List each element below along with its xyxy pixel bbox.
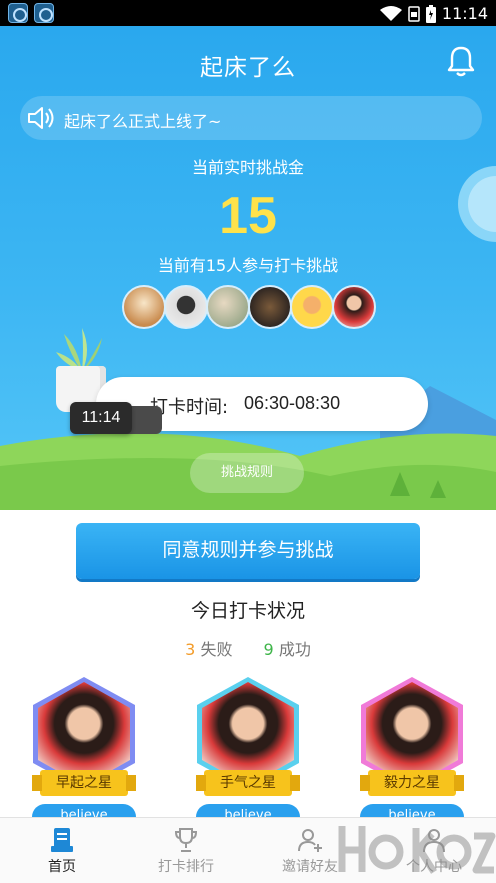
star-title: 手气之星 [196, 770, 300, 796]
today-status-title: 今日打卡状况 [190, 600, 305, 622]
star-card-persistence[interactable]: 毅力之星 believe [360, 676, 464, 830]
sim-icon [408, 6, 420, 22]
avatar[interactable] [206, 285, 250, 329]
star-title: 早起之星 [32, 770, 136, 796]
fail-label: 失败 [200, 640, 233, 659]
trophy-icon [174, 828, 198, 852]
success-label: 成功 [278, 640, 311, 659]
star-list: 早起之星 believe 手气之星 believe 毅力之星 believe [0, 676, 496, 830]
participant-avatars [122, 285, 376, 329]
clock-display: 11:14 [70, 402, 132, 434]
prize-label: 当前实时挑战金 [191, 158, 304, 177]
wifi-icon [380, 6, 402, 21]
today-stats: 3 失败 9 成功 [0, 636, 496, 660]
tab-ranking[interactable]: 打卡排行 [124, 818, 248, 883]
home-icon [51, 828, 73, 852]
status-icons [380, 5, 436, 23]
avatar[interactable] [290, 285, 334, 329]
avatar[interactable] [248, 285, 292, 329]
avatar[interactable] [122, 285, 166, 329]
speaker-icon [28, 107, 54, 129]
status-bar: 11:14 [0, 0, 496, 26]
tab-home[interactable]: 首页 [0, 818, 124, 883]
watermark-logo [338, 826, 496, 874]
success-count: 9 [263, 640, 274, 659]
tab-label: 打卡排行 [158, 859, 214, 875]
punch-time-value: 06:30-08:30 [244, 393, 341, 413]
star-card-early[interactable]: 早起之星 believe [32, 676, 136, 830]
app-notification-icon [34, 3, 54, 23]
notice-text: 起床了么正式上线了~ [64, 112, 222, 131]
add-friend-icon [298, 829, 322, 852]
page-title: 起床了么 [200, 55, 296, 81]
notice-bar[interactable]: 起床了么正式上线了~ [20, 96, 482, 140]
status-time: 11:14 [441, 4, 488, 23]
star-title: 毅力之星 [360, 770, 464, 796]
participants-text: 当前有15人参与打卡挑战 [157, 256, 339, 275]
prize-value: 15 [219, 187, 277, 245]
tab-label: 首页 [48, 859, 76, 875]
bell-icon[interactable] [444, 44, 478, 78]
app-notification-icon [8, 3, 28, 23]
hero-section: 起床了么 起床了么正式上线了~ 当前实时挑战金 15 当前有15人参与打卡挑战 [0, 26, 496, 510]
rules-button[interactable]: 挑战规则 [190, 453, 304, 493]
fail-count: 3 [185, 640, 196, 659]
avatar[interactable] [164, 285, 208, 329]
join-challenge-button[interactable]: 同意规则并参与挑战 [76, 523, 420, 579]
star-card-luck[interactable]: 手气之星 believe [196, 676, 300, 830]
battery-icon [426, 5, 436, 23]
avatar[interactable] [332, 285, 376, 329]
